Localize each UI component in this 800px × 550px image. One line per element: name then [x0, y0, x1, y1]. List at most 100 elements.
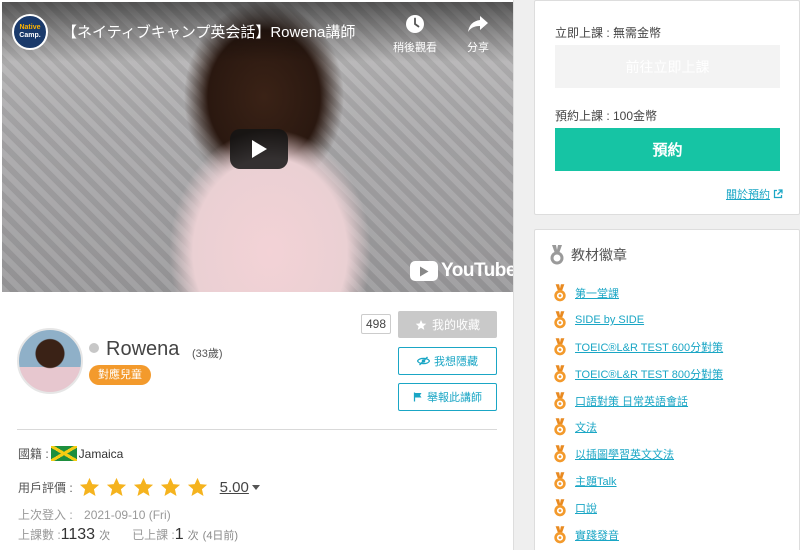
badge-label: 口語對策 日常英語會話: [575, 395, 689, 408]
youtube-logo[interactable]: YouTube: [410, 260, 514, 282]
medal-icon: [554, 338, 566, 356]
badge-label: 文法: [575, 422, 597, 435]
rating-star-icon: [160, 477, 180, 496]
report-teacher-button[interactable]: 舉報此講師: [398, 383, 497, 411]
instant-lesson-button[interactable]: 前往立即上課: [555, 45, 780, 88]
medal-icon: [554, 365, 566, 383]
badge-item[interactable]: 文法: [553, 414, 723, 441]
last-lesson-ago: (4日前): [202, 530, 239, 542]
hide-teacher-button[interactable]: 我想隱藏: [398, 347, 497, 375]
last-login-value: 2021-09-10 (Fri): [84, 508, 171, 522]
last-lesson-unit: 次: [187, 530, 199, 542]
nationality-row: 國籍 : Jamaica: [18, 445, 123, 462]
channel-logo[interactable]: Native Camp.: [12, 14, 48, 50]
share-arrow-icon: [468, 16, 488, 32]
about-reservation-link[interactable]: 關於預約: [726, 186, 783, 202]
medal-icon: [554, 284, 566, 302]
medal-icon: [554, 499, 566, 517]
caret-down-icon[interactable]: [251, 484, 260, 490]
nationality-label: 國籍 :: [18, 447, 49, 461]
material-badges-card: 教材徽章 第一堂課 SIDE by SIDE TOEIC®L&R TEST 600分…: [534, 229, 800, 550]
lessons-unit: 次: [99, 530, 111, 542]
instant-lesson-label: 立即上課 : 無需金幣: [555, 26, 662, 40]
rating-row: 用戶評價 : 5.00: [18, 477, 260, 497]
about-reservation-label: 關於預約: [726, 189, 770, 201]
last-lesson-count: 1: [174, 526, 184, 543]
medal-icon: [554, 445, 566, 463]
star-icon: [415, 319, 427, 330]
badge-item[interactable]: 口語對策 日常英語會話: [553, 387, 723, 414]
watch-later-button[interactable]: 稍後觀看: [385, 14, 445, 56]
youtube-play-icon: [410, 261, 438, 281]
online-status-dot: [89, 343, 99, 353]
badge-item[interactable]: TOEIC®L&R TEST 600分對策: [553, 334, 723, 361]
last-login-row: 上次登入 : 2021-09-10 (Fri): [18, 506, 171, 523]
favorite-button[interactable]: 我的收藏: [398, 311, 497, 338]
teacher-avatar: [17, 328, 83, 394]
rating-star-icon: [133, 477, 153, 496]
share-label: 分享: [467, 42, 489, 54]
rating-stars: [79, 477, 208, 497]
badge-label: SIDE by SIDE: [575, 314, 645, 327]
channel-logo-line2: Camp.: [19, 32, 41, 39]
lessons-count: 1133: [60, 526, 96, 543]
rating-star-icon: [106, 477, 126, 496]
material-badges-list: 第一堂課 SIDE by SIDE TOEIC®L&R TEST 600分對策 TOE…: [553, 280, 723, 548]
watch-later-label: 稍後觀看: [393, 42, 437, 54]
badge-label: 第一堂課: [575, 288, 619, 301]
rating-star-icon: [79, 477, 99, 496]
badge-label: TOEIC®L&R TEST 600分對策: [575, 341, 724, 354]
badge-item[interactable]: 實踐發音: [553, 521, 723, 548]
eye-slash-icon: [417, 356, 430, 366]
favorite-count: 498: [361, 314, 391, 334]
medal-icon: [554, 525, 566, 543]
nationality-value: Jamaica: [78, 446, 124, 461]
badge-item[interactable]: 第一堂課: [553, 280, 723, 307]
badge-label: 實踐發音: [575, 529, 619, 542]
lessons-label: 上課數 :: [18, 528, 61, 542]
video-player[interactable]: Native Camp. 【ネイティブキャンプ英会話】Rowena講師 稍後觀看…: [2, 2, 514, 292]
share-button[interactable]: 分享: [448, 14, 508, 56]
jamaica-flag-icon: [50, 446, 77, 461]
material-badges-title: 教材徽章: [571, 247, 627, 263]
medal-icon: [550, 245, 564, 265]
badge-item[interactable]: 主題Talk: [553, 468, 723, 495]
kids-support-badge: 對應兒童: [89, 365, 151, 385]
badge-item[interactable]: TOEIC®L&R TEST 800分對策: [553, 360, 723, 387]
play-button[interactable]: [230, 129, 288, 169]
medal-icon: [554, 472, 566, 490]
material-badges-header: 教材徽章: [549, 245, 627, 265]
section-divider: [17, 429, 497, 430]
report-teacher-label: 舉報此講師: [427, 392, 482, 404]
badge-item[interactable]: 以插圖學習英文文法: [553, 441, 723, 468]
teacher-name: Rowena: [106, 338, 180, 360]
reserve-lesson-label: 預約上課 : 100金幣: [555, 109, 658, 123]
favorite-button-label: 我的收藏: [431, 318, 480, 332]
badge-label: 口說: [575, 502, 597, 515]
rating-star-icon: [187, 477, 207, 496]
clock-icon: [406, 15, 424, 33]
badge-item[interactable]: 口說: [553, 494, 723, 521]
teacher-age: (33歲): [192, 348, 223, 360]
rating-label: 用戶評價 :: [18, 480, 73, 495]
badge-label: 以插圖學習英文文法: [575, 449, 674, 462]
rating-value[interactable]: 5.00: [220, 479, 249, 496]
youtube-wordmark: YouTube: [441, 260, 514, 281]
badge-label: 主題Talk: [575, 475, 617, 488]
badge-label: TOEIC®L&R TEST 800分對策: [575, 368, 724, 381]
hide-teacher-label: 我想隱藏: [434, 356, 478, 368]
badge-item[interactable]: SIDE by SIDE: [553, 307, 723, 334]
medal-icon: [554, 418, 566, 436]
medal-icon: [554, 311, 566, 329]
external-link-icon: [773, 189, 783, 199]
video-title[interactable]: 【ネイティブキャンプ英会話】Rowena講師: [62, 21, 355, 42]
flag-icon: [413, 392, 422, 402]
medal-icon: [554, 391, 566, 409]
booking-card: 立即上課 : 無需金幣 前往立即上課 預約上課 : 100金幣 預約 關於預約: [534, 0, 800, 215]
play-icon: [252, 140, 267, 158]
reserve-button[interactable]: 預約: [555, 128, 780, 171]
channel-logo-line1: Native: [19, 24, 41, 31]
lessons-row: 上課數 : 1133 次 已上課 : 1 次 (4日前): [18, 526, 238, 544]
teacher-panel: Native Camp. 【ネイティブキャンプ英会話】Rowena講師 稍後觀看…: [0, 0, 514, 550]
last-lesson-label: 已上課 :: [132, 528, 175, 542]
